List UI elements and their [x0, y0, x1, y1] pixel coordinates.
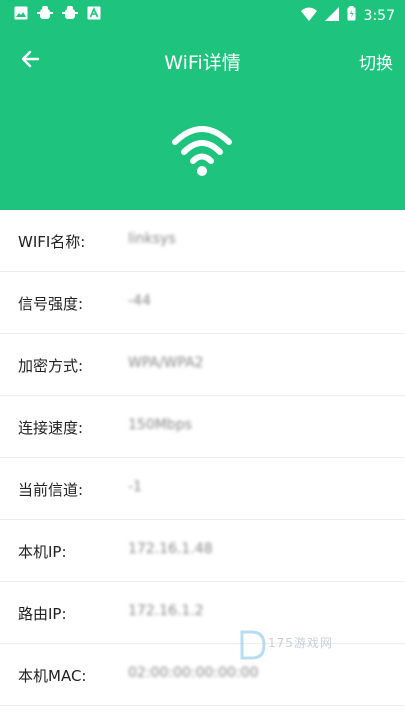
watermark-logo-icon	[240, 630, 266, 660]
wifi-icon	[171, 120, 233, 176]
detail-label: 信号强度:	[18, 295, 84, 313]
detail-value: -1	[128, 479, 142, 495]
a-icon	[87, 6, 101, 25]
signal-icon	[324, 6, 339, 25]
detail-label: WIFI名称:	[18, 233, 86, 251]
list-item: WIFI名称: linksys	[0, 210, 405, 272]
detail-label: 本机MAC:	[18, 667, 87, 685]
status-bar: 3:57	[0, 0, 405, 32]
bug-icon	[37, 6, 53, 25]
list-item: 加密方式: WPA/WPA2	[0, 334, 405, 396]
list-item: 当前信道: -1	[0, 458, 405, 520]
detail-value: 172.16.1.2	[128, 603, 204, 619]
detail-label: 当前信道:	[18, 481, 84, 499]
list-item: 信号强度: -44	[0, 272, 405, 334]
watermark: 175游戏网	[238, 628, 358, 664]
bug-icon	[62, 6, 78, 25]
header: 3:57 WiFi详情 切换	[0, 0, 405, 210]
detail-value: WPA/WPA2	[128, 355, 204, 371]
detail-label: 路由IP:	[18, 605, 67, 623]
detail-value: -44	[128, 293, 151, 309]
list-item: 本机IP: 172.16.1.48	[0, 520, 405, 582]
list-item: 连接速度: 150Mbps	[0, 396, 405, 458]
battery-icon	[347, 6, 356, 25]
detail-label: 本机IP:	[18, 543, 67, 561]
detail-value: 172.16.1.48	[128, 541, 213, 557]
page-title: WiFi详情	[164, 52, 241, 74]
watermark-text: 175游戏网	[268, 636, 333, 650]
status-bar-right: 3:57	[300, 6, 395, 25]
detail-label: 连接速度:	[18, 419, 84, 437]
wifi-icon	[300, 7, 317, 25]
switch-button[interactable]: 切换	[359, 49, 393, 74]
detail-label: 加密方式:	[18, 357, 84, 375]
status-bar-left-icons	[14, 6, 101, 25]
detail-value: linksys	[128, 231, 176, 247]
detail-value: 02:00:00:00:00:00	[128, 665, 259, 681]
toolbar: WiFi详情 切换	[0, 36, 405, 84]
status-time: 3:57	[363, 7, 395, 24]
image-icon	[14, 6, 28, 25]
detail-value: 150Mbps	[128, 417, 192, 433]
